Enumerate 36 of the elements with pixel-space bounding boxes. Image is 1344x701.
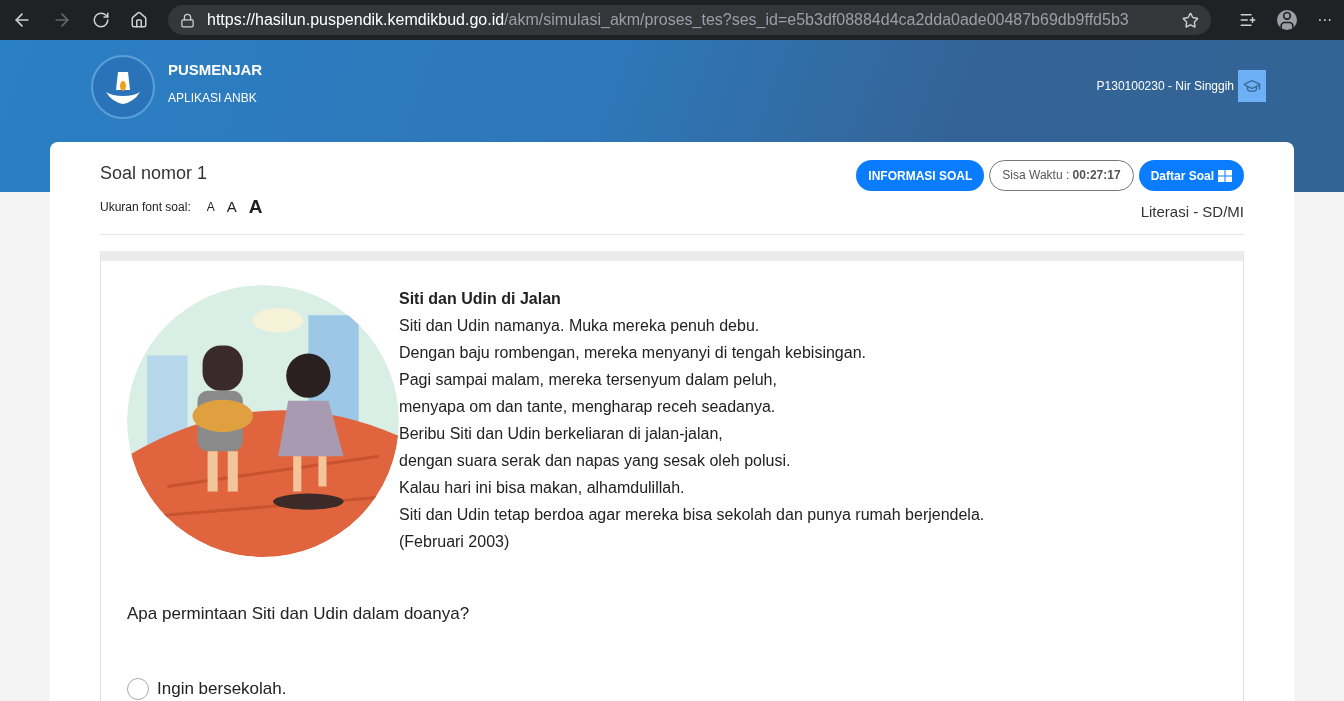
url-path: /akm/simulasi_akm/proses_tes?ses_id=e5b3df08884d4ca2dda0ade00487b69db9ffd5b3	[504, 11, 1129, 28]
passage-line: Siti dan Udin namanya. Muka mereka penuh debu.	[399, 315, 761, 336]
answer-option: Ingin bersekolah.	[157, 676, 287, 701]
graduation-cap-icon	[1238, 70, 1266, 102]
passage-line: dengan suara serak dan napas yang sesak oleh polusi.	[399, 450, 792, 471]
question-number: Soal nomor 1	[100, 162, 209, 185]
brand-subtitle: APLIKASI ANBK	[168, 90, 258, 108]
url-host: https://hasilun.puspendik.kemdikbud.go.id	[207, 11, 505, 28]
more-menu[interactable]: ···	[1317, 8, 1332, 32]
subject-label: Literasi - SD/MI	[1140, 202, 1244, 222]
passage-title: Siti dan Udin di Jalan	[399, 288, 562, 309]
logo-drawing	[90, 54, 156, 120]
favorites-icon[interactable]	[1239, 11, 1258, 29]
user-name: P130100230 - Nir Singgih	[1096, 78, 1234, 95]
home-icon[interactable]	[130, 11, 148, 29]
font-size-label: Ukuran font soal:	[100, 198, 191, 216]
passage-line: Siti dan Udin tetap berdoa agar mereka bisa sekolah dan punya rumah berjendela.	[399, 504, 985, 525]
passage-line: menyapa om dan tante, mengharap receh seadanya.	[399, 396, 777, 417]
font-size-button[interactable]: A	[248, 197, 263, 216]
address-bar[interactable]: https://hasilun.puspendik.kemdikbud.go.id/akm/simulasi_akm/proses_tes?ses_id=e5b3df08884d4ca2dda0ade00487b69db9ffd5b3	[168, 5, 1212, 35]
info-button[interactable]: INFORMASI SOAL	[856, 160, 985, 191]
profile-icon[interactable]	[1277, 10, 1298, 30]
question-prompt: Apa permintaan Siti dan Udin dalam doanya?	[127, 602, 471, 625]
question-list-button[interactable]: Daftar Soal	[1138, 160, 1244, 191]
passage-line: Kalau hari ini bisa makan, alhamdulillah.	[399, 477, 686, 498]
favorite-icon[interactable]	[1182, 11, 1200, 29]
lock-icon	[180, 12, 195, 28]
font-size-button[interactable]: A	[206, 200, 215, 213]
passage-line: (Februari 2003)	[399, 531, 511, 552]
passage-line: Dengan baju rombengan, mereka menyanyi di tengah kebisingan.	[399, 342, 867, 363]
font-size-button[interactable]: A	[226, 199, 237, 214]
brand-title: PUSMENJAR	[168, 59, 263, 80]
passage-line: Pagi sampai malam, mereka tersenyum dalam peluh,	[399, 369, 778, 390]
grid-icon	[1218, 169, 1232, 182]
reload-icon[interactable]	[92, 11, 110, 29]
passage-line: Beribu Siti dan Udin berkeliaran di jalan-jalan,	[399, 423, 724, 444]
